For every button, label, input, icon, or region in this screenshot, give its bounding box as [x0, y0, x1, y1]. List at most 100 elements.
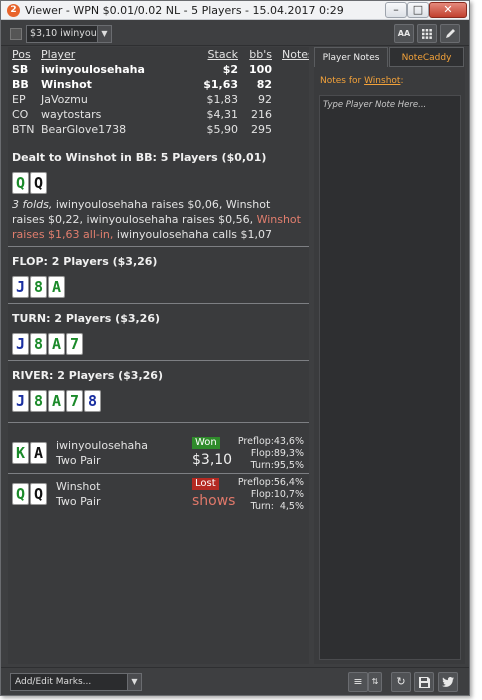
- preflop-title: Dealt to Winshot in BB: 5 Players ($0,01…: [12, 151, 267, 164]
- hand-history-panel: Pos Player Stack bb's Notes SB iwinyoulo…: [8, 47, 309, 664]
- playing-card: 7: [66, 333, 83, 355]
- notes-panel: Player Notes NoteCaddy Notes for Winshot…: [314, 47, 465, 664]
- hand-checkbox[interactable]: [10, 28, 22, 40]
- marks-select[interactable]: Add/Edit Marks... ▼: [10, 673, 142, 691]
- playing-card: A: [48, 333, 65, 355]
- row-stack: $5,90: [206, 123, 239, 136]
- playing-card: A: [48, 276, 65, 298]
- row-pos: CO: [12, 108, 29, 121]
- row-player: iwinyoulosehaha: [41, 63, 145, 76]
- call-action-text: iwinyoulosehaha calls $1,07: [113, 228, 273, 241]
- tab-player-notes[interactable]: Player Notes: [314, 47, 388, 67]
- equity-label: Preflop:: [237, 436, 274, 447]
- viewer-window: 2 Viewer - WPN $0.01/0.02 NL - 5 Players…: [0, 0, 470, 696]
- save-icon[interactable]: [414, 672, 434, 692]
- list-icon[interactable]: ≡: [348, 672, 368, 692]
- pencil-icon[interactable]: [440, 24, 460, 43]
- row-bbs: 82: [256, 78, 272, 91]
- winner-hand: Two Pair: [56, 454, 101, 467]
- chevron-down-icon: ▼: [97, 26, 111, 42]
- equity-value: 4,5%: [279, 501, 304, 512]
- row-stack: $1,63: [203, 78, 238, 91]
- loser-hand: Two Pair: [56, 495, 101, 508]
- equity-value: 89,3%: [273, 448, 304, 459]
- row-stack: $2: [222, 63, 238, 76]
- loser-cards: QQ: [12, 483, 48, 506]
- divider: [8, 422, 309, 423]
- row-player: Winshot: [41, 78, 92, 91]
- notes-for-prefix: Notes for: [320, 76, 365, 86]
- playing-card: A: [30, 442, 47, 464]
- header-notes[interactable]: Notes: [282, 47, 309, 62]
- header-stack[interactable]: Stack: [208, 47, 238, 62]
- playing-card: J: [12, 276, 29, 298]
- turn-title: TURN: 2 Players ($3,26): [12, 312, 161, 325]
- notes-for-suffix: :: [400, 76, 404, 86]
- folds-text: 3 folds,: [12, 198, 53, 211]
- equity-label: Preflop:: [237, 477, 274, 488]
- playing-card: Q: [30, 483, 47, 505]
- row-pos: SB: [12, 63, 29, 76]
- table-row[interactable]: BB Winshot $1,63 82: [8, 77, 309, 92]
- flop-title: FLOP: 2 Players ($3,26): [12, 255, 158, 268]
- row-bbs: 100: [249, 63, 272, 76]
- divider: [8, 303, 309, 304]
- playing-card: J: [12, 390, 29, 412]
- playing-card: 8: [30, 276, 47, 298]
- loser-equity: Preflop: 56,4% Flop: 10,7% Turn: 4,5%: [232, 477, 304, 513]
- equity-value: 56,4%: [273, 477, 304, 488]
- playing-card: A: [48, 390, 65, 412]
- table-row[interactable]: BTN BearGlove1738 $5,90 295: [8, 122, 309, 137]
- grid-icon[interactable]: [417, 24, 437, 43]
- winner-cards: KA: [12, 442, 48, 465]
- equity-label: Flop:: [250, 489, 274, 500]
- playing-card: 8: [30, 390, 47, 412]
- close-button[interactable]: ✕: [429, 2, 467, 18]
- twitter-icon[interactable]: [438, 672, 458, 692]
- notes-player-link[interactable]: Winshot: [364, 76, 400, 86]
- preflop-actions: 3 folds, iwinyoulosehaha raises $0,06, W…: [12, 197, 304, 242]
- playing-card: 8: [84, 390, 101, 412]
- minimize-button[interactable]: –: [385, 2, 407, 18]
- title-bar: 2 Viewer - WPN $0.01/0.02 NL - 5 Players…: [1, 1, 469, 20]
- refresh-icon[interactable]: ↻: [391, 672, 411, 692]
- loser-name: Winshot: [56, 480, 101, 493]
- playing-card: 8: [30, 333, 47, 355]
- table-row[interactable]: SB iwinyoulosehaha $2 100: [8, 62, 309, 77]
- bottom-bar: Add/Edit Marks... ▼ ≡ ⇅ ↻: [1, 667, 469, 695]
- table-row[interactable]: CO waytostars $4,31 216: [8, 107, 309, 122]
- equity-value: 10,7%: [273, 489, 304, 500]
- equity-label: Turn:: [250, 501, 274, 512]
- maximize-button[interactable]: □: [407, 2, 429, 18]
- table-row[interactable]: EP JaVozmu $1,83 92: [8, 92, 309, 107]
- shows-label: shows: [192, 493, 236, 509]
- row-player: BearGlove1738: [41, 123, 127, 136]
- won-amount: $3,10: [192, 452, 233, 468]
- player-note-input[interactable]: Type Player Note Here...: [319, 95, 461, 660]
- sort-icon[interactable]: ⇅: [368, 672, 382, 692]
- playing-card: Q: [12, 483, 29, 505]
- lost-badge: Lost: [192, 478, 219, 490]
- divider: [8, 360, 309, 361]
- equity-value: 95,5%: [273, 460, 304, 471]
- winner-equity: Preflop: 43,6% Flop: 89,3% Turn: 95,5%: [232, 436, 304, 472]
- font-size-button[interactable]: AA: [394, 24, 414, 43]
- row-pos: EP: [12, 93, 26, 106]
- header-bbs[interactable]: bb's: [249, 47, 272, 62]
- hand-select[interactable]: $3,10 iwinyouloseh ▼: [26, 25, 112, 43]
- header-pos[interactable]: Pos: [12, 47, 31, 62]
- hole-cards: QQ: [12, 172, 48, 195]
- divider: [8, 473, 309, 474]
- river-title: RIVER: 2 Players ($3,26): [12, 369, 163, 382]
- won-badge: Won: [192, 437, 220, 449]
- row-bbs: 295: [251, 123, 272, 136]
- row-pos: BTN: [12, 123, 35, 136]
- equity-label: Turn:: [250, 460, 274, 471]
- header-player[interactable]: Player: [41, 47, 75, 62]
- turn-cards: J8A7: [12, 333, 84, 356]
- tab-notecaddy[interactable]: NoteCaddy: [389, 47, 464, 67]
- players-table: Pos Player Stack bb's Notes SB iwinyoulo…: [8, 47, 309, 137]
- players-table-header: Pos Player Stack bb's Notes: [8, 47, 309, 62]
- equity-label: Flop:: [250, 448, 274, 459]
- playing-card: J: [12, 333, 29, 355]
